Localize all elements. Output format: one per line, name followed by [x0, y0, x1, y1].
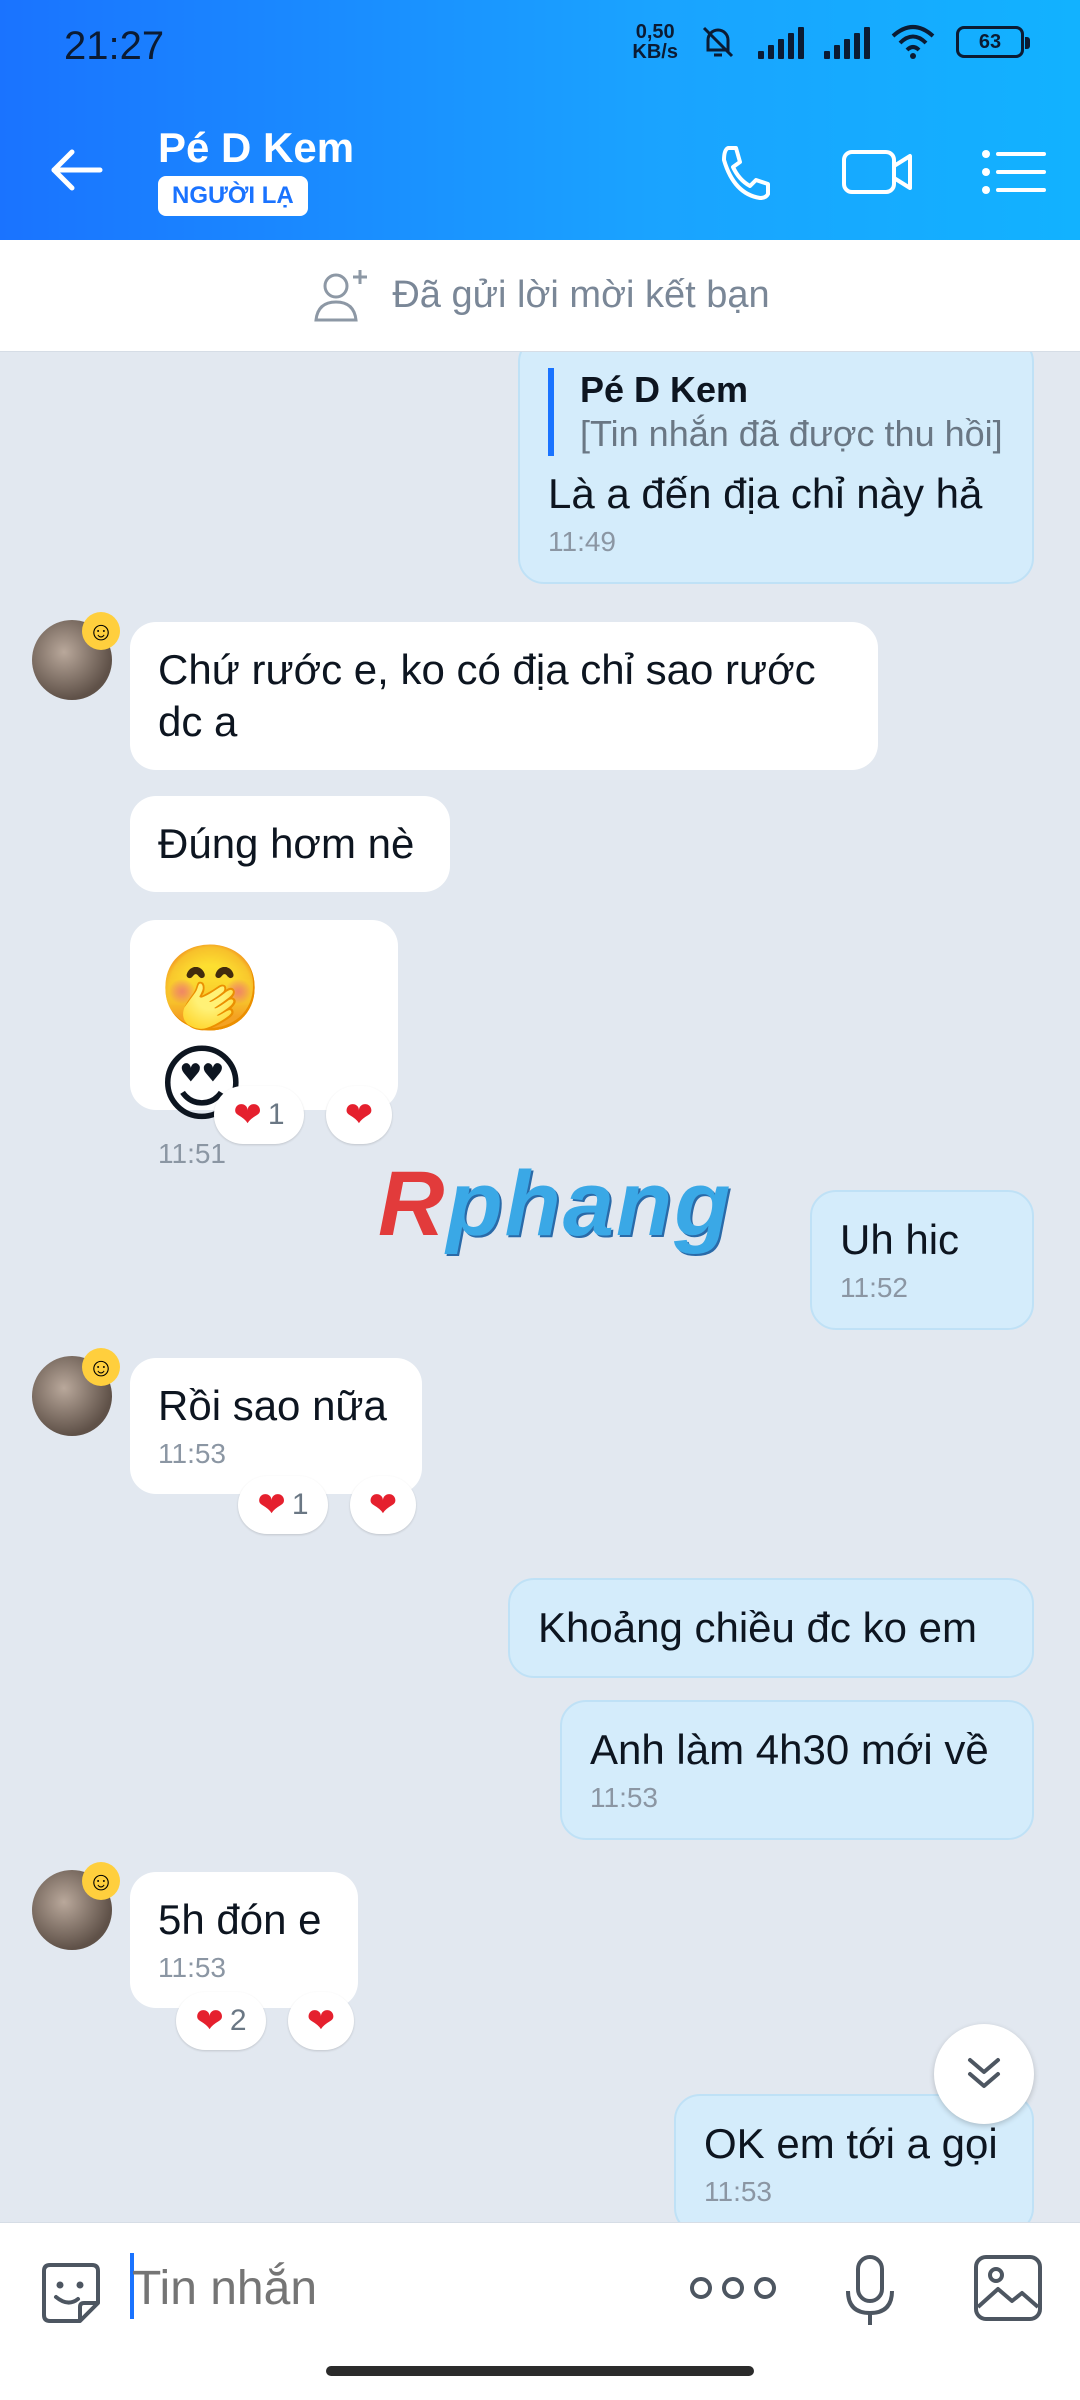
emoji-overlay-icon: ☺: [82, 1348, 120, 1386]
react-button[interactable]: ❤: [350, 1476, 416, 1534]
reaction-count[interactable]: ❤ 2: [176, 1992, 266, 2050]
message-bubble[interactable]: Pé D Kem [Tin nhắn đã được thu hồi] Là a…: [518, 352, 1034, 584]
emoji-overlay-icon: ☺: [82, 1862, 120, 1900]
message-time: 11:53: [158, 1438, 226, 1469]
heart-icon: ❤: [368, 1486, 398, 1524]
signal-icon: [758, 25, 804, 59]
message-text: 5h đón e: [158, 1896, 322, 1943]
react-button[interactable]: ❤: [288, 1992, 354, 2050]
message-text: Chứ rước e, ko có địa chỉ sao rước dc a: [158, 646, 816, 745]
app-header: 21:27 0,50 KB/s 63 Pé D Kem NGƯỜI LẠ: [0, 0, 1080, 240]
reply-sender: Pé D Kem: [580, 369, 749, 410]
message-bubble[interactable]: 5h đón e 11:53: [130, 1872, 358, 2008]
mute-bell-icon: [702, 26, 734, 58]
heart-icon: ❤: [344, 1096, 374, 1134]
message-bubble[interactable]: Anh làm 4h30 mới về 11:53: [560, 1700, 1034, 1840]
message-time: 11:49: [548, 526, 616, 557]
message-time: 11:53: [158, 1952, 226, 1983]
message-text: Anh làm 4h30 mới về: [590, 1726, 989, 1773]
message-input[interactable]: [132, 2253, 652, 2323]
contact-avatar[interactable]: ☺: [32, 1348, 120, 1436]
chevron-double-down-icon: [968, 2058, 1000, 2088]
add-user-icon: [314, 269, 368, 321]
watermark-logo: Rphang: [378, 1153, 733, 1255]
contact-avatar[interactable]: ☺: [32, 612, 120, 700]
heart-icon: ❤: [257, 1486, 286, 1524]
message-bubble[interactable]: 🤭 😍 11:51: [130, 920, 398, 1169]
phone-icon[interactable]: [706, 140, 782, 204]
battery-icon: 63: [956, 26, 1030, 58]
message-text: Rồi sao nữa: [158, 1382, 387, 1429]
message-time: 11:53: [704, 2176, 772, 2207]
network-speed: 0,50 KB/s: [632, 21, 678, 63]
signal-icon-2: [824, 25, 870, 59]
friend-request-text: Đã gửi lời mời kết bạn: [392, 274, 770, 316]
reply-quote[interactable]: Pé D Kem [Tin nhắn đã được thu hồi]: [548, 368, 1004, 456]
message-bubble[interactable]: Chứ rước e, ko có địa chỉ sao rước dc a: [130, 622, 878, 770]
reply-text: [Tin nhắn đã được thu hồi]: [580, 413, 1003, 454]
message-bubble[interactable]: Uh hic 11:52: [810, 1190, 1034, 1330]
sticker-face-icon[interactable]: [36, 2259, 106, 2329]
home-indicator[interactable]: [326, 2366, 754, 2376]
heart-icon: ❤: [233, 1096, 262, 1134]
message-time: 11:52: [840, 1272, 908, 1303]
heart-icon: ❤: [195, 2002, 224, 2040]
message-bubble[interactable]: Rồi sao nữa 11:53: [130, 1358, 422, 1494]
arrow-left-icon[interactable]: [46, 140, 106, 200]
react-button[interactable]: ❤: [326, 1086, 392, 1144]
message-text: Uh hic: [840, 1216, 960, 1263]
contact-name[interactable]: Pé D Kem: [158, 124, 354, 172]
list-menu-icon[interactable]: [978, 140, 1054, 204]
friend-request-bar: Đã gửi lời mời kết bạn: [0, 240, 1080, 352]
message-text: Là a đến địa chỉ này hả: [548, 470, 983, 517]
microphone-icon[interactable]: [840, 2251, 900, 2331]
chat-area[interactable]: Pé D Kem [Tin nhắn đã được thu hồi] Là a…: [0, 352, 1080, 2222]
status-time: 21:27: [64, 24, 165, 68]
status-icons: 0,50 KB/s 63: [632, 21, 1030, 63]
message-text: Khoảng chiều đc ko em: [538, 1604, 977, 1651]
message-time: 11:53: [590, 1782, 658, 1813]
reaction-count[interactable]: ❤ 1: [238, 1476, 328, 1534]
heart-icon: ❤: [306, 2002, 336, 2040]
reaction-count[interactable]: ❤ 1: [214, 1086, 304, 1144]
scroll-to-bottom-button[interactable]: [934, 2024, 1034, 2124]
image-icon[interactable]: [972, 2253, 1044, 2323]
stranger-badge: NGƯỜI LẠ: [158, 176, 308, 216]
video-camera-icon[interactable]: [840, 140, 916, 204]
message-text: OK em tới a gọi: [704, 2120, 998, 2167]
message-bubble[interactable]: Khoảng chiều đc ko em: [508, 1578, 1034, 1678]
message-text: Đúng hơm nè: [158, 820, 415, 867]
message-bubble[interactable]: Đúng hơm nè: [130, 796, 450, 892]
emoji-overlay-icon: ☺: [82, 612, 120, 650]
more-dots-icon[interactable]: [690, 2277, 776, 2299]
contact-avatar[interactable]: ☺: [32, 1862, 120, 1950]
wifi-icon: [891, 25, 935, 59]
